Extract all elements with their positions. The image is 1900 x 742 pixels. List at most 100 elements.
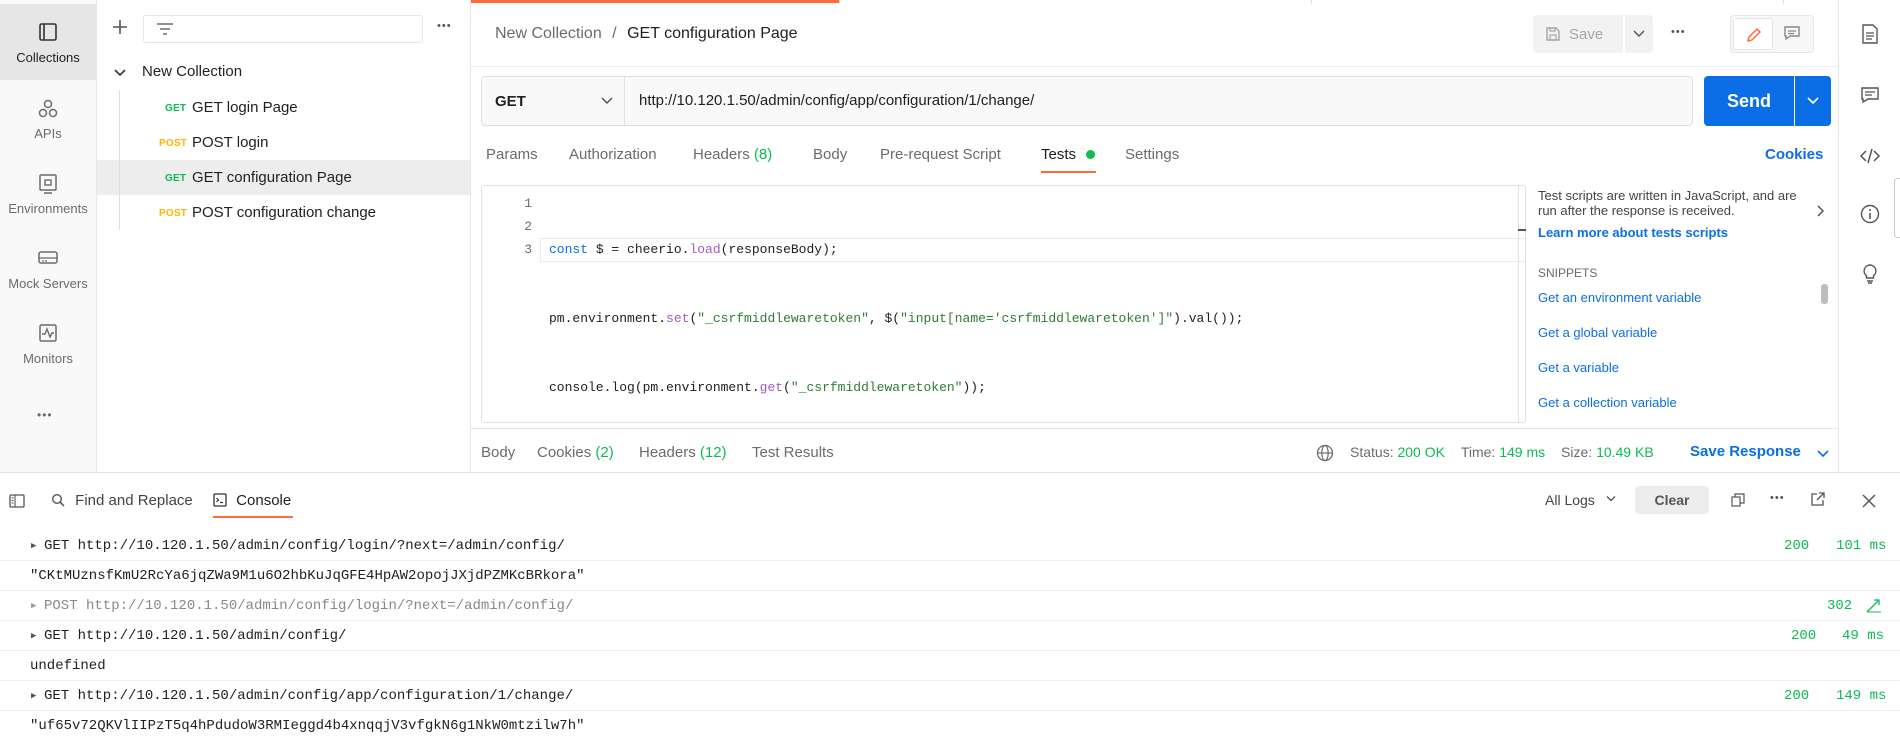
chevron-down-icon[interactable] xyxy=(1816,448,1830,460)
header-more-button[interactable]: ••• xyxy=(1671,26,1686,38)
chevron-right-icon[interactable] xyxy=(1816,204,1826,218)
sidebar-more-button[interactable]: ••• xyxy=(437,20,452,32)
snippet-item[interactable]: Get an environment variable xyxy=(1538,290,1701,305)
rail-more-button[interactable]: ••• xyxy=(37,408,53,422)
status-value[interactable]: 200 OK xyxy=(1397,444,1444,460)
collections-icon xyxy=(38,22,58,44)
console-row[interactable]: "CKtMUznsfKmU2RcYa6jqZWa9M1u6O2hbKuJqGFE… xyxy=(0,561,1900,591)
close-icon[interactable] xyxy=(1862,494,1876,508)
test-script-editor[interactable]: 1 2 3 const $ = cheerio.load(responseBod… xyxy=(481,185,1526,423)
tree-line xyxy=(119,195,120,230)
toggle-sidebar-icon[interactable] xyxy=(9,494,25,508)
expand-arrow-icon[interactable]: ▶ xyxy=(31,601,36,611)
find-replace-tab[interactable]: Find and Replace xyxy=(51,492,193,509)
save-response-button[interactable]: Save Response xyxy=(1690,443,1801,460)
snippet-item[interactable]: Get a collection variable xyxy=(1538,395,1677,410)
snippet-item[interactable]: Get a variable xyxy=(1538,360,1619,375)
page-title[interactable]: GET configuration Page xyxy=(627,25,797,42)
active-tab-indicator xyxy=(471,0,839,3)
comments-icon[interactable] xyxy=(1860,86,1880,104)
send-button[interactable]: Send xyxy=(1704,76,1794,126)
console-row[interactable]: ▶ GET http://10.120.1.50/admin/config/lo… xyxy=(0,531,1900,561)
snippet-item[interactable]: Get a global variable xyxy=(1538,325,1657,340)
chevron-down-icon xyxy=(1605,494,1617,504)
right-context-bar xyxy=(1838,0,1900,472)
send-dropdown-button[interactable] xyxy=(1795,76,1831,126)
save-dropdown-button[interactable] xyxy=(1625,15,1653,53)
pop-out-icon[interactable] xyxy=(1810,492,1825,507)
sidebar-request-post-login[interactable]: POST POST login xyxy=(97,125,470,160)
snippets-scrollbar[interactable] xyxy=(1821,284,1828,304)
console-row[interactable]: ▶ GET http://10.120.1.50/admin/config/ap… xyxy=(0,681,1900,711)
tab-divider xyxy=(1783,0,1784,4)
snippets-heading: SNIPPETS xyxy=(1538,266,1598,280)
tab-prerequest-script[interactable]: Pre-request Script xyxy=(880,146,1001,163)
save-button[interactable]: Save xyxy=(1533,15,1623,53)
response-tab-body[interactable]: Body xyxy=(481,444,515,461)
sidebar-request-post-configuration-change[interactable]: POST POST configuration change xyxy=(97,195,470,230)
time-value[interactable]: 149 ms xyxy=(1499,444,1545,460)
clear-button[interactable]: Clear xyxy=(1635,486,1709,514)
tab-headers[interactable]: Headers (8) xyxy=(693,146,772,163)
rail-environments[interactable]: Environments xyxy=(0,155,96,231)
code-icon[interactable] xyxy=(1859,147,1881,165)
collection-row[interactable]: New Collection xyxy=(97,55,470,90)
tests-tab-underline xyxy=(1041,171,1096,173)
size-value[interactable]: 10.49 KB xyxy=(1596,444,1654,460)
sidebar-request-get-configuration-page[interactable]: GET GET configuration Page xyxy=(97,160,470,195)
breadcrumb-separator: / xyxy=(612,25,617,42)
rail-mock-servers[interactable]: Mock Servers xyxy=(0,230,96,306)
chevron-down-icon xyxy=(1632,28,1646,40)
tab-body[interactable]: Body xyxy=(813,146,847,163)
breadcrumb-parent[interactable]: New Collection xyxy=(495,25,602,42)
comment-icon[interactable] xyxy=(1783,25,1801,41)
method-select[interactable]: GET xyxy=(482,77,625,125)
chevron-down-icon xyxy=(113,66,127,80)
tab-tests-label: Tests xyxy=(1041,146,1077,163)
pencil-icon xyxy=(1745,26,1763,44)
add-collection-icon[interactable] xyxy=(111,18,129,36)
response-meta: Status: 200 OK Time: 149 ms Size: 10.49 … xyxy=(1350,444,1654,460)
url-input[interactable]: http://10.120.1.50/admin/config/app/conf… xyxy=(639,92,1034,109)
console-row[interactable]: ▶ POST http://10.120.1.50/admin/config/l… xyxy=(0,591,1900,621)
tab-authorization[interactable]: Authorization xyxy=(569,146,657,163)
panel-edge-handle[interactable] xyxy=(1894,178,1900,238)
editor-scrollbar-track[interactable] xyxy=(1518,186,1519,422)
console-request-text: GET http://10.120.1.50/admin/config/logi… xyxy=(44,537,565,554)
request-name: POST configuration change xyxy=(192,204,377,221)
expand-arrow-icon[interactable]: ▶ xyxy=(31,631,36,641)
console-row[interactable]: ▶ GET http://10.120.1.50/admin/config/ 2… xyxy=(0,621,1900,651)
console-tab[interactable]: Console xyxy=(213,492,291,509)
log-level-select[interactable]: All Logs xyxy=(1545,492,1617,508)
console-status: 200 xyxy=(1784,687,1810,704)
info-icon[interactable] xyxy=(1860,204,1880,224)
filter-input[interactable] xyxy=(143,15,423,43)
cookies-link[interactable]: Cookies xyxy=(1765,146,1823,163)
lightbulb-icon[interactable] xyxy=(1860,263,1880,285)
tab-tests[interactable]: Tests xyxy=(1041,146,1096,163)
response-tab-test-results[interactable]: Test Results xyxy=(752,444,834,461)
tree-line xyxy=(119,160,120,195)
documentation-icon[interactable] xyxy=(1861,24,1879,44)
response-cookies-count: (2) xyxy=(595,444,614,461)
globe-icon[interactable] xyxy=(1316,444,1334,462)
console-row[interactable]: undefined xyxy=(0,651,1900,681)
rail-monitors-label: Monitors xyxy=(23,351,73,366)
console-more-button[interactable]: ••• xyxy=(1770,492,1785,504)
tab-params[interactable]: Params xyxy=(486,146,538,163)
response-tab-headers[interactable]: Headers (12) xyxy=(639,444,727,461)
tab-settings[interactable]: Settings xyxy=(1125,146,1179,163)
console-row[interactable]: "uf65v72QKVlIIPzT5q4hPdudoW3RMIeggd4b4xn… xyxy=(0,711,1900,741)
expand-arrow-icon[interactable]: ▶ xyxy=(31,541,36,551)
rail-monitors[interactable]: Monitors xyxy=(0,305,96,381)
sidebar-request-get-login-page[interactable]: GET GET login Page xyxy=(97,90,470,125)
request-name: GET configuration Page xyxy=(192,169,352,186)
edit-mode-button[interactable] xyxy=(1733,18,1773,50)
copy-icon[interactable] xyxy=(1731,493,1745,507)
rail-collections[interactable]: Collections xyxy=(0,4,96,80)
response-tab-cookies[interactable]: Cookies (2) xyxy=(537,444,614,461)
expand-arrow-icon[interactable]: ▶ xyxy=(31,691,36,701)
response-headers-count: (12) xyxy=(699,444,727,461)
rail-apis[interactable]: APIs xyxy=(0,80,96,156)
learn-more-link[interactable]: Learn more about tests scripts xyxy=(1538,225,1728,240)
